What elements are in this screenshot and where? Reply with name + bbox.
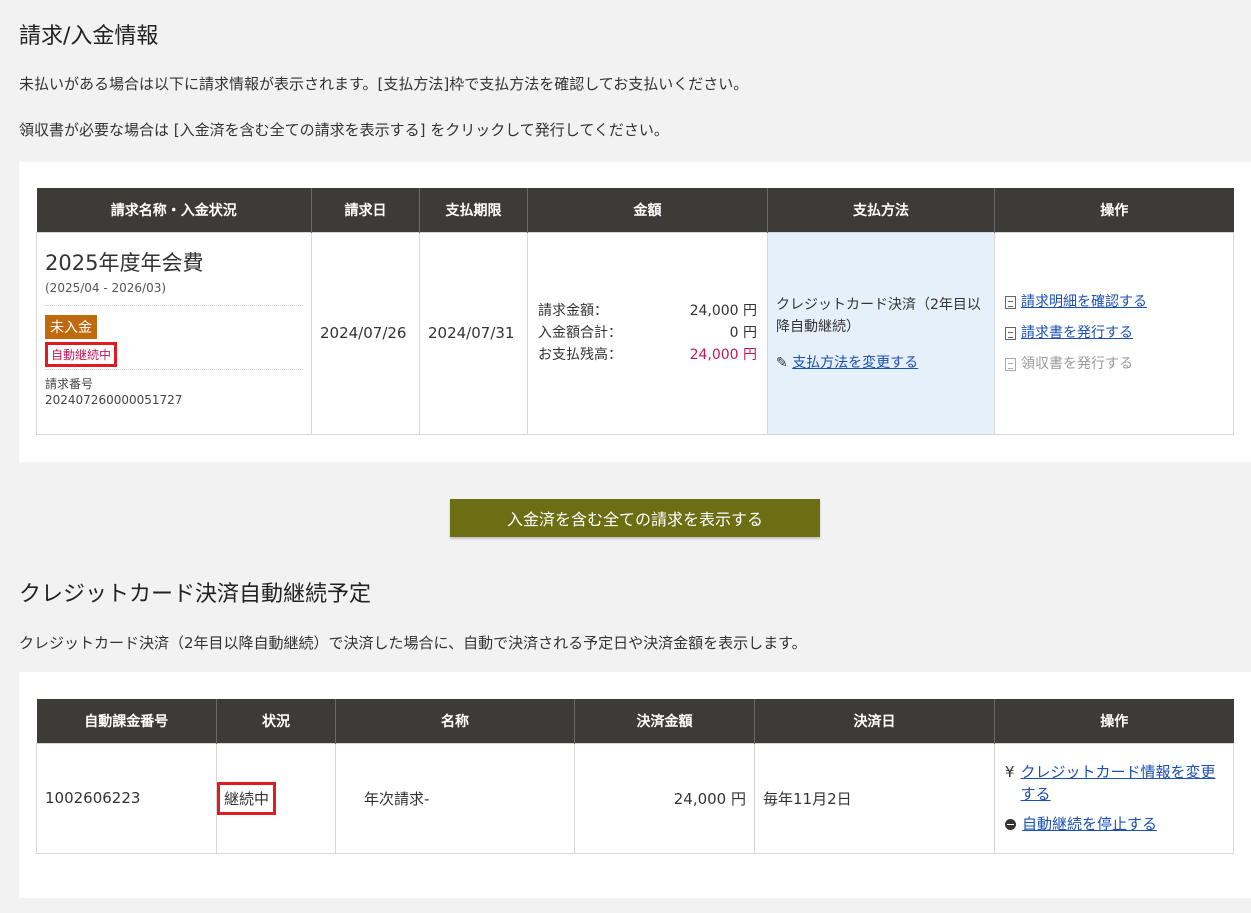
stop-auto-row: 自動継続を停止する bbox=[1005, 813, 1223, 835]
billing-description-1: 未払いがある場合は以下に請求情報が表示されます。[支払方法]枠で支払方法を確認し… bbox=[19, 75, 749, 93]
op-detail-row: 請求明細を確認する bbox=[1005, 287, 1223, 318]
amount-label: 入金額合計： bbox=[538, 325, 622, 341]
change-pay-method-row: ✎ 支払方法を変更する bbox=[776, 352, 986, 372]
amount-label: お支払残高： bbox=[538, 347, 622, 363]
col-header-amount: 金額 bbox=[527, 188, 768, 232]
fee-name: 2025年度年会費 bbox=[45, 250, 204, 275]
billing-table-header: 請求名称・入金状況 請求日 支払期限 金額 支払方法 操作 bbox=[36, 188, 1234, 232]
document-icon bbox=[1005, 326, 1016, 340]
document-icon bbox=[1005, 295, 1016, 309]
document-icon bbox=[1005, 357, 1016, 371]
amount-row-billed: 請求金額： 24,000 円 bbox=[538, 300, 757, 322]
col-header-auto-number: 自動課金番号 bbox=[36, 699, 217, 743]
yen-icon: ¥ bbox=[1005, 763, 1015, 781]
status-badge: 継続中 bbox=[217, 781, 277, 815]
stop-icon bbox=[1005, 819, 1016, 830]
charge-amount: 24,000 円 bbox=[574, 742, 755, 854]
billing-ops-cell: 請求明細を確認する 請求書を発行する 領収書を発行する bbox=[994, 231, 1234, 435]
stop-auto-renew-link[interactable]: 自動継続を停止する bbox=[1022, 813, 1157, 835]
bill-number-block: 請求番号 202407260000051727 bbox=[45, 368, 303, 408]
unpaid-badge: 未入金 bbox=[45, 314, 97, 339]
auto-number: 1002606223 bbox=[36, 742, 217, 854]
billing-section-title: 請求/入金情報 bbox=[19, 24, 159, 49]
col-header-name: 名称 bbox=[335, 699, 575, 743]
due-date: 2024/07/31 bbox=[419, 231, 528, 435]
col-header-operations: 操作 bbox=[994, 188, 1234, 232]
col-header-charge-amount: 決済金額 bbox=[574, 699, 755, 743]
charge-date: 毎年11月2日 bbox=[754, 742, 995, 854]
amount-label: 請求金額： bbox=[538, 303, 608, 319]
view-bill-detail-link[interactable]: 請求明細を確認する bbox=[1021, 287, 1147, 318]
change-pay-method-link[interactable]: 支払方法を変更する bbox=[792, 355, 918, 371]
col-header-name-status: 請求名称・入金状況 bbox=[36, 188, 312, 232]
issue-invoice-link[interactable]: 請求書を発行する bbox=[1021, 318, 1133, 349]
auto-renew-section-title: クレジットカード決済自動継続予定 bbox=[19, 582, 372, 607]
auto-renew-description: クレジットカード決済（2年目以降自動継続）で決済した場合に、自動で決済される予定… bbox=[19, 634, 807, 652]
auto-renew-row: 1002606223 継続中 年次請求‐ 24,000 円 毎年11月2日 ¥ … bbox=[36, 742, 1234, 854]
change-card-row: ¥ クレジットカード情報を変更する bbox=[1005, 761, 1223, 805]
amount-value: 0 円 bbox=[729, 325, 757, 341]
issue-receipt-disabled: 領収書を発行する bbox=[1021, 355, 1133, 372]
col-header-charge-date: 決済日 bbox=[754, 699, 995, 743]
billing-table: 請求名称・入金状況 請求日 支払期限 金額 支払方法 操作 2025年度年会費 … bbox=[36, 188, 1234, 435]
col-header-status: 状況 bbox=[216, 699, 336, 743]
billing-row: 2025年度年会費 (2025/04 - 2026/03) 未入金 自動継続中 … bbox=[36, 231, 1234, 435]
pay-method-text: クレジットカード決済（2年目以降自動継続） bbox=[776, 297, 981, 335]
amount-cell: 請求金額： 24,000 円 入金額合計： 0 円 お支払残高： 24,000 … bbox=[527, 231, 768, 435]
balance-value: 24,000 円 bbox=[689, 347, 757, 363]
show-all-bills-button[interactable]: 入金済を含む全ての請求を表示する bbox=[450, 499, 820, 537]
op-invoice-row: 請求書を発行する bbox=[1005, 318, 1223, 349]
col-header-pay-method: 支払方法 bbox=[767, 188, 995, 232]
billing-name-cell: 2025年度年会費 (2025/04 - 2026/03) 未入金 自動継続中 … bbox=[36, 231, 312, 435]
fee-period: (2025/04 - 2026/03) bbox=[45, 281, 303, 306]
amount-value: 24,000 円 bbox=[689, 303, 757, 319]
auto-renew-badge: 自動継続中 bbox=[45, 341, 118, 367]
col-header-due-date: 支払期限 bbox=[419, 188, 528, 232]
charge-name: 年次請求‐ bbox=[335, 742, 575, 854]
auto-renew-panel: 自動課金番号 状況 名称 決済金額 決済日 操作 1002606223 継続中 … bbox=[19, 672, 1251, 898]
bill-number-label: 請求番号 bbox=[45, 376, 94, 391]
bill-date: 2024/07/26 bbox=[311, 231, 420, 435]
auto-ops-cell: ¥ クレジットカード情報を変更する 自動継続を停止する bbox=[994, 742, 1234, 854]
pencil-icon: ✎ bbox=[776, 355, 788, 371]
pay-method-cell: クレジットカード決済（2年目以降自動継続） ✎ 支払方法を変更する bbox=[767, 231, 995, 435]
col-header-operations: 操作 bbox=[994, 699, 1234, 743]
auto-renew-table: 自動課金番号 状況 名称 決済金額 決済日 操作 1002606223 継続中 … bbox=[36, 699, 1234, 854]
amount-row-balance: お支払残高： 24,000 円 bbox=[538, 344, 757, 366]
op-receipt-row: 領収書を発行する bbox=[1005, 349, 1223, 380]
change-card-link[interactable]: クレジットカード情報を変更する bbox=[1021, 761, 1223, 805]
bill-number: 202407260000051727 bbox=[45, 392, 183, 407]
auto-renew-table-header: 自動課金番号 状況 名称 決済金額 決済日 操作 bbox=[36, 699, 1234, 743]
billing-panel: 請求名称・入金状況 請求日 支払期限 金額 支払方法 操作 2025年度年会費 … bbox=[19, 162, 1251, 462]
amount-row-paid: 入金額合計： 0 円 bbox=[538, 322, 757, 344]
status-cell: 継続中 bbox=[216, 742, 336, 854]
col-header-bill-date: 請求日 bbox=[311, 188, 420, 232]
billing-description-2: 領収書が必要な場合は [入金済を含む全ての請求を表示する] をクリックして発行し… bbox=[19, 121, 669, 139]
